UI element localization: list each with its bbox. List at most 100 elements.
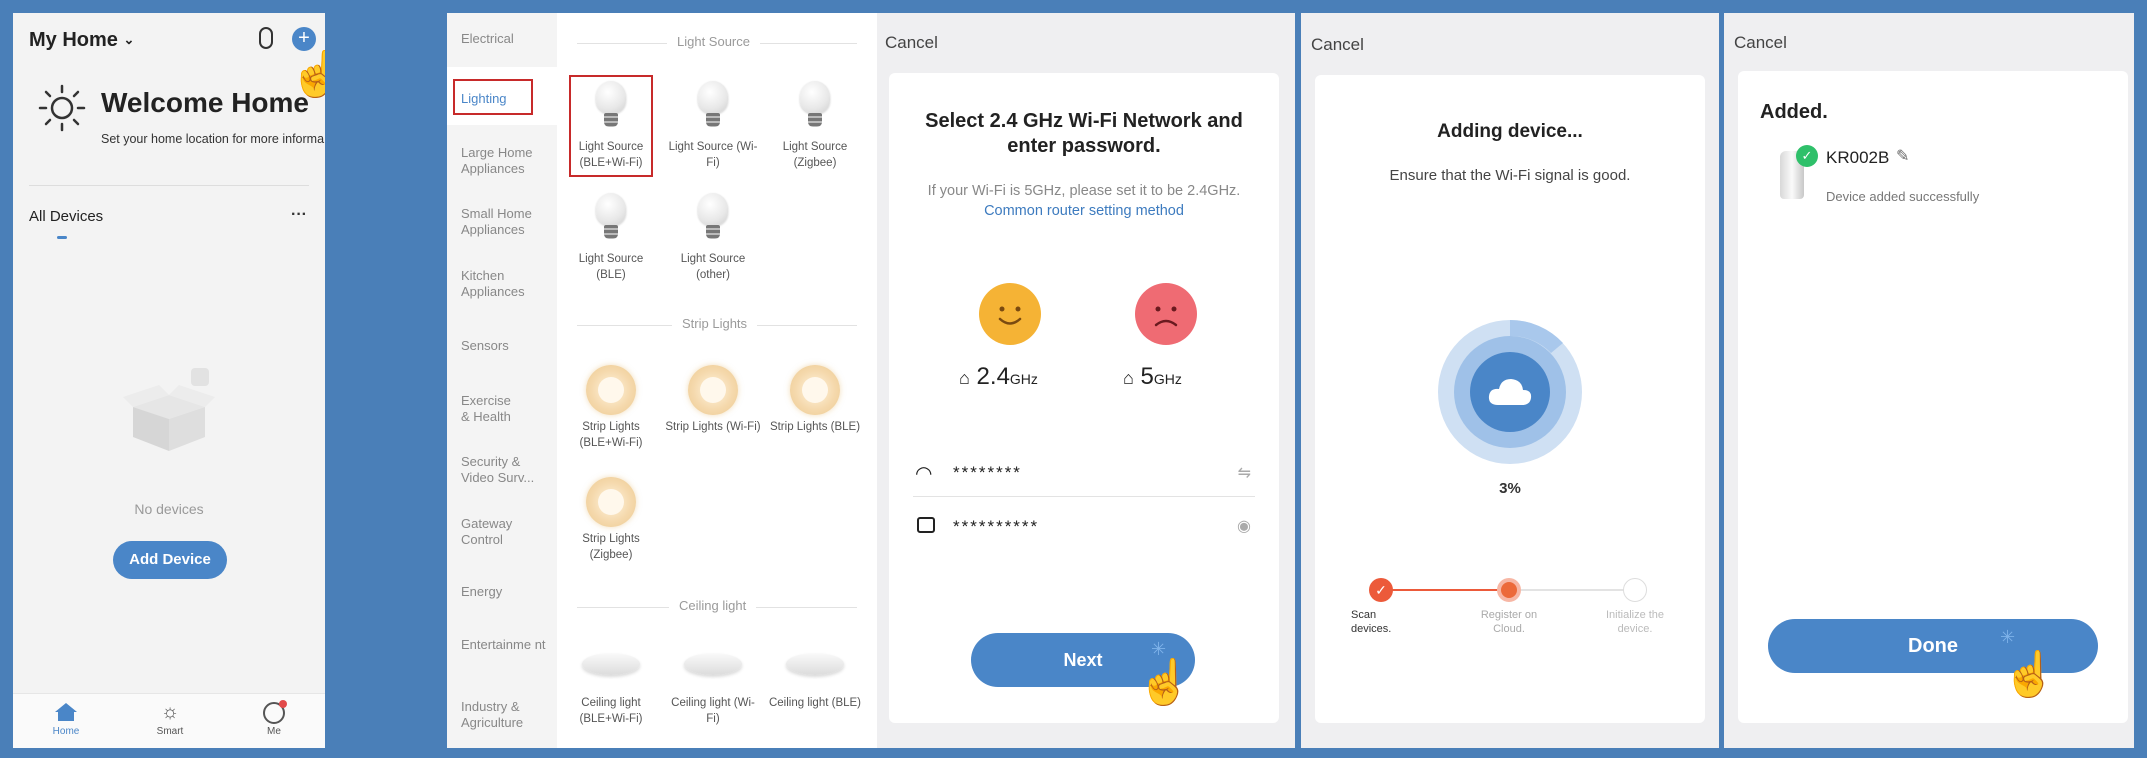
category-exercise-health[interactable]: Exercise & Health: [447, 393, 523, 425]
ssid-field[interactable]: ◠ ******** ⇋: [913, 453, 1255, 497]
success-check-icon: ✓: [1796, 145, 1818, 167]
tile-light-source-wifi[interactable]: Light Source (Wi-Fi): [665, 79, 761, 175]
smile-icon: [979, 283, 1041, 345]
bottom-tab-bar: Home ☼ Smart Me: [13, 693, 325, 748]
tile-strip-lights-zigbee[interactable]: Strip Lights (Zigbee): [563, 477, 659, 573]
category-entertainment[interactable]: Entertainme nt: [447, 637, 547, 653]
category-lighting[interactable]: Lighting: [447, 91, 557, 107]
smart-sun-icon: ☼: [160, 701, 180, 723]
password-field[interactable]: ********** ◉: [913, 507, 1255, 551]
cloud-icon: [1486, 373, 1534, 409]
chevron-down-icon: ⌄: [123, 32, 135, 47]
tile-label: Strip Lights (BLE): [769, 421, 861, 433]
cancel-button[interactable]: Cancel: [1734, 33, 1787, 53]
step-register-active-icon: [1497, 578, 1521, 602]
category-industry-agriculture[interactable]: Industry & Agriculture: [447, 699, 537, 731]
wifi-icon: ◠: [915, 463, 933, 485]
cancel-button[interactable]: Cancel: [885, 33, 938, 53]
step-label-initialize: Initialize the device.: [1605, 609, 1665, 635]
tap-hand-icon: ☝: [2002, 650, 2057, 699]
wifi-screen: Cancel Select 2.4 GHz Wi-Fi Network and …: [877, 13, 1295, 748]
cancel-button[interactable]: Cancel: [1311, 35, 1364, 55]
device-status: Device added successfully: [1826, 189, 1980, 204]
added-card: Added. ✓ KR002B ✎ Device added successfu…: [1738, 71, 2128, 723]
tab-me[interactable]: Me: [247, 700, 301, 737]
tile-light-source-ble[interactable]: Light Source (BLE): [563, 191, 659, 287]
router-5ghz-label: ⌂ 5GHz: [1123, 363, 1182, 391]
sad-icon: [1135, 283, 1197, 345]
tab-home[interactable]: Home: [39, 702, 93, 737]
category-large-home-appliances[interactable]: Large Home Appliances: [447, 145, 537, 177]
strip-light-icon: [586, 365, 636, 415]
step-initialize-pending-icon: [1623, 578, 1647, 602]
category-content: Light Source Light Source (BLE+Wi-Fi) Li…: [557, 13, 877, 748]
bulb-icon: [589, 79, 633, 135]
ghz-unit: GHz: [1153, 371, 1182, 387]
add-device-plus-button[interactable]: +: [292, 27, 316, 51]
home-title: My Home: [29, 29, 118, 51]
router-icon: ⌂: [959, 368, 970, 388]
tile-ceiling-light-ble-wifi[interactable]: Ceiling light (BLE+Wi-Fi): [563, 653, 659, 748]
tile-label: Strip Lights (Wi-Fi): [665, 421, 761, 433]
wifi-card: Select 2.4 GHz Wi-Fi Network and enter p…: [889, 73, 1279, 723]
user-icon: [263, 700, 287, 724]
tile-label: Ceiling light (Wi-Fi): [671, 697, 755, 725]
step-connector-done: [1385, 589, 1503, 591]
category-sensors[interactable]: Sensors: [447, 338, 557, 354]
category-small-home-appliances[interactable]: Small Home Appliances: [447, 206, 537, 238]
add-device-button[interactable]: Add Device: [113, 541, 227, 579]
edit-pencil-icon[interactable]: ✎: [1896, 146, 1909, 166]
bulb-icon: [691, 191, 735, 247]
bulb-icon: [691, 79, 735, 135]
tap-sparkle-icon: ✳: [1151, 639, 1167, 659]
adding-screen: Cancel Adding device... Ensure that the …: [1301, 13, 1719, 748]
category-gateway-control[interactable]: Gateway Control: [447, 516, 523, 548]
tab-smart[interactable]: ☼ Smart: [143, 702, 197, 737]
all-devices-tab[interactable]: All Devices: [29, 208, 103, 225]
progress-percent: 3%: [1499, 480, 1521, 497]
microphone-icon[interactable]: [259, 27, 273, 49]
home-screen: My Home ⌄ + ☝ Welcome Home Set your home…: [13, 13, 325, 748]
tile-light-source-zigbee[interactable]: Light Source (Zigbee): [767, 79, 863, 175]
wifi-hint: If your Wi-Fi is 5GHz, please set it to …: [913, 181, 1255, 221]
location-prompt-text: Set your home location for more informa.…: [101, 132, 325, 146]
tile-label: Strip Lights (Zigbee): [582, 533, 640, 561]
welcome-title: Welcome Home: [101, 87, 309, 118]
tab-me-label: Me: [267, 726, 281, 737]
ghz-unit: GHz: [1009, 371, 1038, 387]
tile-light-source-ble-wifi[interactable]: Light Source (BLE+Wi-Fi): [563, 79, 659, 175]
house-icon: [54, 702, 78, 722]
tile-ceiling-light-wifi[interactable]: Ceiling light (Wi-Fi): [665, 653, 761, 748]
category-electrical[interactable]: Electrical: [447, 31, 557, 47]
tile-light-source-other[interactable]: Light Source (other): [665, 191, 761, 287]
tile-ceiling-light-ble[interactable]: Ceiling light (BLE): [767, 653, 863, 748]
tile-label: Light Source (BLE): [578, 253, 644, 281]
router-icon: ⌂: [1123, 368, 1134, 388]
strip-light-icon: [586, 477, 636, 527]
tab-smart-label: Smart: [156, 726, 184, 737]
tile-label: Light Source (BLE+Wi-Fi): [578, 141, 644, 169]
router-method-link[interactable]: Common router setting method: [984, 203, 1184, 219]
wifi-title: Select 2.4 GHz Wi-Fi Network and enter p…: [925, 110, 1243, 157]
more-icon[interactable]: ···: [291, 206, 307, 224]
home-selector[interactable]: My Home ⌄: [29, 29, 134, 52]
adding-title: Adding device...: [1437, 121, 1583, 142]
category-kitchen-appliances[interactable]: Kitchen Appliances: [447, 268, 537, 300]
tile-strip-lights-ble[interactable]: Strip Lights (BLE): [767, 365, 863, 461]
tile-strip-lights-ble-wifi[interactable]: Strip Lights (BLE+Wi-Fi): [563, 365, 659, 461]
category-energy[interactable]: Energy: [447, 584, 557, 600]
ceiling-light-icon: [684, 653, 742, 675]
location-prompt[interactable]: Set your home location for more informa.…: [101, 132, 325, 146]
router-24ghz-label: ⌂ 2.4GHz: [959, 363, 1038, 391]
lock-icon: [917, 517, 935, 533]
strip-light-icon: [688, 365, 738, 415]
ceiling-light-icon: [582, 653, 640, 675]
step-connector-pending: [1515, 589, 1625, 591]
show-password-icon[interactable]: ◉: [1237, 516, 1251, 536]
tile-strip-lights-wifi[interactable]: Strip Lights (Wi-Fi): [665, 365, 761, 461]
switch-network-icon[interactable]: ⇋: [1238, 463, 1251, 483]
category-security-video[interactable]: Security & Video Surv...: [447, 454, 547, 486]
bulb-icon: [589, 191, 633, 247]
tile-label: Light Source (Zigbee): [782, 141, 848, 169]
tile-label: Light Source (Wi-Fi): [668, 141, 758, 169]
